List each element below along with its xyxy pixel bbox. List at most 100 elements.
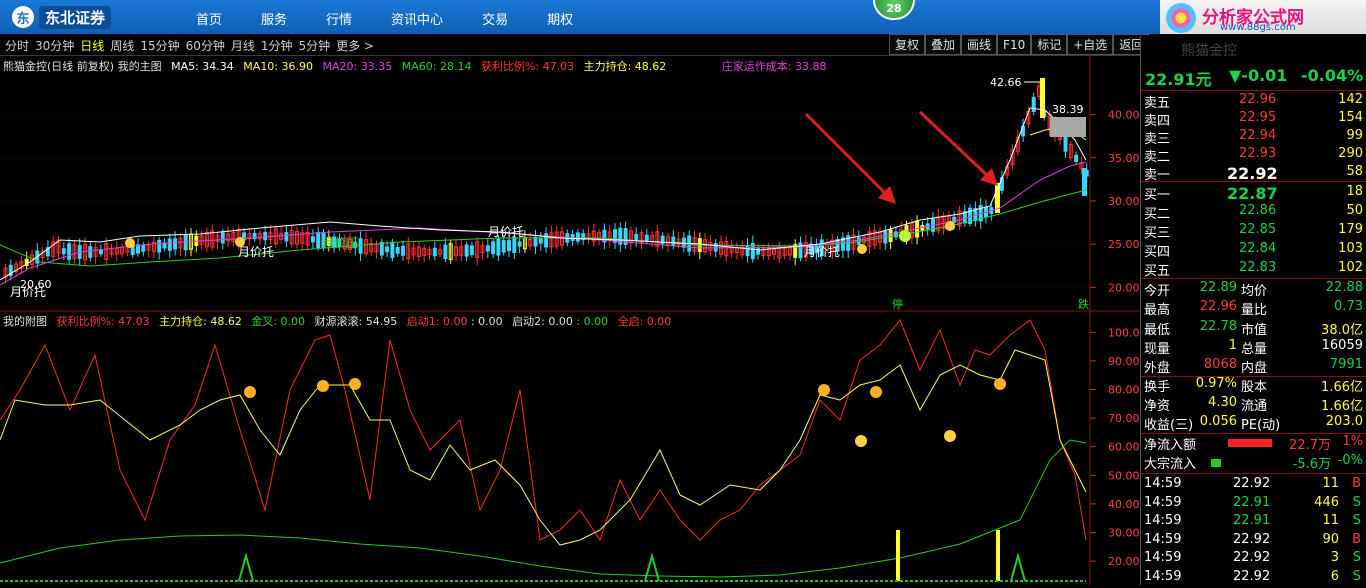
candle-body: [464, 244, 469, 257]
candle-body: [613, 229, 617, 243]
tab-60min[interactable]: 60分钟: [186, 37, 225, 54]
tab-monthly[interactable]: 月线: [231, 37, 255, 54]
candle-body: [61, 248, 66, 255]
stat-row: 净资 4.30 流通 1.66亿: [1141, 395, 1366, 414]
stat-value: 22.88: [1325, 280, 1363, 295]
support-label: 月价托: [10, 285, 46, 299]
stat-value: 0.73: [1334, 299, 1363, 315]
bid-price: 22.87: [1227, 184, 1278, 203]
signal-dot-icon: [899, 230, 911, 242]
tab-15min[interactable]: 15分钟: [140, 37, 179, 54]
f10-button[interactable]: F10: [997, 34, 1032, 55]
ask-row: 卖五 22.96 142: [1141, 92, 1366, 111]
tick-row: 14:59 22.91 11 S: [1141, 513, 1366, 532]
stat-label: 股本: [1241, 380, 1268, 395]
sub-chart-info: 我的附图 获利比例%: 47.03 主力持仓: 48.62 金叉: 0.00 财…: [3, 313, 677, 329]
nav-news[interactable]: 资讯中心: [391, 9, 443, 28]
ask-label: 卖二: [1144, 150, 1171, 165]
money-bag-icon: [944, 430, 956, 442]
ma60-value: MA60: 28.14: [401, 60, 472, 73]
stat-label: 市值: [1241, 322, 1268, 338]
tick-side: S: [1352, 513, 1361, 528]
sub-chart-title: 我的附图: [3, 315, 47, 328]
tick-time: 14:59: [1144, 531, 1182, 547]
candle-body: [395, 246, 400, 254]
tab-more[interactable]: 更多 >: [336, 37, 374, 54]
candle-body: [432, 247, 437, 257]
price-tick-label: 35.00: [1108, 152, 1140, 165]
tick-price: 22.92: [1233, 550, 1271, 565]
money-bag-icon: [857, 244, 867, 254]
nav-market[interactable]: 行情: [326, 9, 352, 28]
bid-row: 买二 22.86 50: [1141, 203, 1366, 222]
tab-weekly[interactable]: 周线: [110, 37, 134, 54]
tick-side: S: [1352, 550, 1361, 565]
stat-label: 流通: [1241, 399, 1268, 414]
main-nav: 首页 服务 行情 资讯中心 交易 期权: [196, 9, 612, 28]
tab-intraday[interactable]: 分时: [5, 37, 29, 54]
overlay-button[interactable]: 叠加: [925, 34, 962, 55]
price-tick-label: 40.00: [1108, 109, 1140, 122]
tick-volume: 446: [1314, 494, 1339, 510]
bid-volume: 179: [1338, 222, 1363, 237]
broker-logo[interactable]: 东东北证券: [12, 5, 112, 29]
ask-volume: 142: [1338, 92, 1363, 107]
candle-body: [517, 241, 522, 247]
profit-ratio-value: 获利比例%: 47.03: [480, 60, 575, 73]
support-label: 月价托: [804, 245, 840, 259]
ask-volume: 290: [1338, 146, 1363, 161]
candle-body: [888, 229, 893, 243]
dealer-cost-value: 庄家运作成本: 33.88: [721, 60, 827, 73]
inflow-bar: [1228, 439, 1272, 447]
candle-body: [469, 245, 474, 255]
indicator-tick-label: 30.00: [1108, 527, 1140, 540]
notification-badge[interactable]: 28: [873, 0, 915, 20]
candle-body: [157, 239, 162, 253]
tick-volume: 11: [1322, 476, 1339, 491]
nav-service[interactable]: 服务: [261, 9, 287, 28]
candle-body: [310, 236, 315, 243]
bid-price: 22.83: [1239, 260, 1277, 275]
nav-trade[interactable]: 交易: [482, 9, 508, 28]
stat-label: 最低: [1144, 322, 1171, 338]
mark-button[interactable]: 标记: [1031, 34, 1068, 55]
draw-button[interactable]: 画线: [961, 34, 998, 55]
nav-options[interactable]: 期权: [547, 9, 573, 28]
high-price-label: 42.66: [990, 76, 1022, 89]
flower-logo-icon: [1166, 3, 1196, 33]
current-price: 22.91元: [1145, 70, 1212, 89]
add-watchlist-button[interactable]: +自选: [1067, 34, 1114, 55]
adjust-button[interactable]: 复权: [889, 34, 926, 55]
stat-value: 203.0: [1325, 414, 1363, 429]
candle-body: [401, 245, 405, 256]
bid-row: 买三 22.85 179: [1141, 222, 1366, 241]
stat-value: 38.0亿: [1321, 322, 1363, 338]
tab-5min[interactable]: 5分钟: [299, 37, 331, 54]
indicator-tick-label: 80.00: [1108, 384, 1140, 397]
nav-home[interactable]: 首页: [196, 9, 222, 28]
tab-1min[interactable]: 1分钟: [261, 37, 293, 54]
money-bag-icon: [235, 237, 245, 247]
tick-side: B: [1352, 531, 1361, 547]
stat-label: 最高: [1144, 303, 1171, 319]
tab-daily[interactable]: 日线: [80, 37, 104, 54]
money-bag-icon: [945, 221, 955, 231]
money-bag-icon: [125, 238, 135, 248]
candle-body: [671, 236, 676, 246]
stat-label: 量比: [1241, 303, 1268, 319]
price-change: ▼-0.01: [1229, 66, 1288, 85]
stat-label: PE(动): [1241, 418, 1281, 433]
ma20-value: MA20: 33.35: [322, 60, 393, 73]
logo-mark: 东: [12, 6, 34, 28]
bid-volume: 103: [1338, 241, 1363, 256]
candle-body: [512, 236, 517, 254]
indicator-tick-label: 100.00: [1108, 326, 1140, 339]
flow-label: 大宗流入: [1144, 457, 1197, 472]
stat-label: 今开: [1144, 284, 1171, 299]
stat-label: 收益(三): [1144, 418, 1194, 433]
tick-price: 22.91: [1233, 494, 1271, 510]
ask-volume: 99: [1346, 128, 1363, 143]
tab-30min[interactable]: 30分钟: [35, 37, 74, 54]
bid-label: 买一: [1144, 188, 1171, 203]
stat-value: 1: [1228, 337, 1237, 353]
